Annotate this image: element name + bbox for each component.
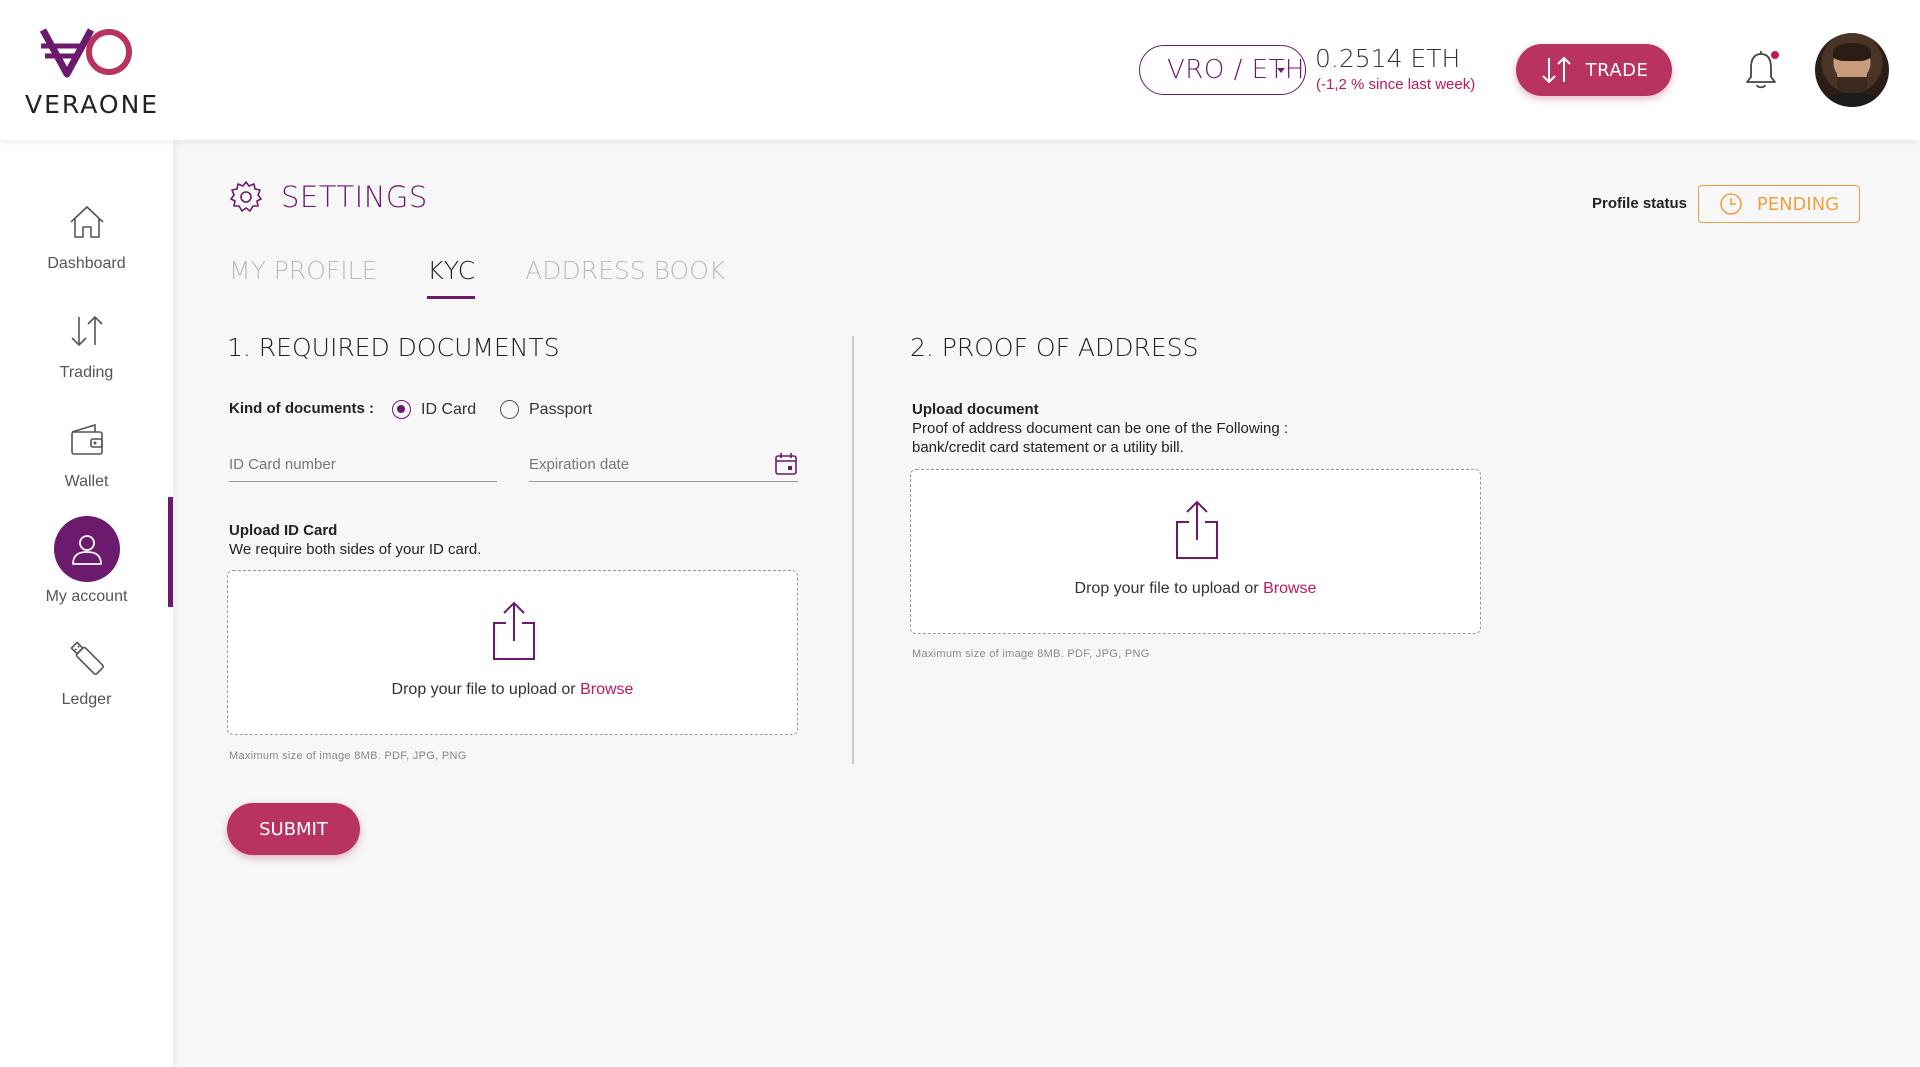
upload-id-card-desc: We require both sides of your ID card.: [229, 541, 482, 558]
upload-icon: [493, 601, 535, 660]
usb-key-icon: [60, 631, 114, 685]
sidebar-item-ledger[interactable]: Ledger: [0, 631, 173, 731]
home-icon: [60, 195, 114, 249]
sidebar-active-indicator: [168, 497, 173, 607]
expiration-date-placeholder: Expiration date: [529, 456, 630, 473]
max-size-note: Maximum size of image 8MB. PDF, JPG, PNG: [229, 750, 467, 762]
tab-my-profile[interactable]: MY PROFILE: [229, 256, 377, 299]
browse-link[interactable]: Browse: [580, 681, 633, 698]
settings-tabs: MY PROFILE KYC ADDRESS BOOK: [229, 256, 725, 299]
avatar[interactable]: [1815, 33, 1889, 107]
trade-button-label: TRADE: [1585, 59, 1649, 81]
wallet-icon: [60, 413, 114, 467]
sidebar-item-label: My account: [45, 588, 128, 605]
sidebar-item-wallet[interactable]: Wallet: [0, 413, 173, 513]
notification-dot: [1771, 51, 1779, 59]
submit-button[interactable]: SUBMIT: [227, 803, 360, 855]
logo-text: VERAONE: [25, 90, 160, 119]
chevron-down-icon: [1277, 68, 1285, 73]
tab-kyc[interactable]: KYC: [427, 256, 475, 299]
max-size-note: Maximum size of image 8MB. PDF, JPG, PNG: [912, 648, 1150, 660]
sidebar: Dashboard Trading Wallet My account Ledg…: [0, 140, 173, 1067]
sidebar-item-trading[interactable]: Trading: [0, 304, 173, 404]
radio-dot: [500, 400, 519, 419]
current-price: 0.2514 ETH: [1315, 44, 1461, 73]
proof-of-address-dropzone[interactable]: Drop your file to upload or Browse: [910, 469, 1481, 634]
calendar-icon[interactable]: [774, 452, 798, 476]
radio-label: Passport: [529, 400, 593, 418]
kind-of-documents-label: Kind of documents :: [229, 400, 374, 417]
status-badge-text: PENDING: [1756, 193, 1840, 215]
sidebar-item-my-account[interactable]: My account: [0, 516, 173, 622]
required-documents-title: 1. REQUIRED DOCUMENTS: [227, 333, 560, 362]
upload-id-card-title: Upload ID Card: [229, 522, 338, 539]
drop-instruction: Drop your file to upload or: [391, 681, 576, 698]
arrows-updown-icon: [1541, 56, 1571, 84]
pair-select[interactable]: VRO / ETH: [1139, 45, 1306, 95]
sidebar-item-label: Dashboard: [47, 255, 126, 272]
upload-document-label: Upload document Proof of address documen…: [912, 400, 1288, 457]
page-title-text: SETTINGS: [281, 180, 428, 214]
radio-passport[interactable]: Passport: [500, 400, 592, 419]
expiration-date-field[interactable]: Expiration date: [529, 452, 798, 482]
veraone-logo[interactable]: VERAONE: [25, 24, 160, 124]
id-card-number-placeholder: ID Card number: [229, 456, 336, 473]
browse-link[interactable]: Browse: [1263, 580, 1316, 597]
section-divider: [852, 336, 854, 764]
sidebar-item-dashboard[interactable]: Dashboard: [0, 195, 173, 295]
user-icon: [54, 516, 120, 582]
upload-icon: [1176, 500, 1218, 559]
status-badge: PENDING: [1698, 185, 1860, 223]
drop-instruction: Drop your file to upload or: [1074, 580, 1259, 597]
top-header: VERAONE VRO / ETH 0.2514 ETH (-1,2 % sin…: [0, 0, 1920, 140]
page-title: SETTINGS: [229, 180, 428, 214]
upload-document-desc-2: bank/credit card statement or a utility …: [912, 439, 1184, 456]
sidebar-item-label: Ledger: [61, 691, 112, 708]
id-card-dropzone[interactable]: Drop your file to upload or Browse: [227, 570, 798, 735]
upload-document-desc-1: Proof of address document can be one of …: [912, 420, 1289, 437]
id-card-number-field[interactable]: ID Card number: [229, 452, 497, 482]
sidebar-item-label: Trading: [59, 364, 114, 381]
drop-text: Drop your file to upload or Browse: [911, 580, 1480, 598]
arrows-updown-icon: [60, 304, 114, 358]
profile-status-label: Profile status: [1592, 195, 1688, 212]
price-change: (-1,2 % since last week): [1316, 76, 1476, 93]
upload-id-card-label: Upload ID Card We require both sides of …: [229, 521, 481, 559]
clock-icon: [1720, 193, 1742, 215]
logo-mark-icon: [39, 28, 132, 78]
radio-dot: [392, 400, 411, 419]
trade-button[interactable]: TRADE: [1516, 44, 1672, 96]
proof-of-address-title: 2. PROOF OF ADDRESS: [910, 333, 1199, 362]
radio-label: ID Card: [421, 400, 477, 418]
drop-text: Drop your file to upload or Browse: [228, 681, 797, 699]
sidebar-item-label: Wallet: [64, 473, 109, 490]
gear-icon: [230, 181, 262, 212]
radio-id-card[interactable]: ID Card: [392, 400, 476, 419]
upload-document-title: Upload document: [912, 401, 1039, 418]
tab-address-book[interactable]: ADDRESS BOOK: [525, 256, 725, 299]
